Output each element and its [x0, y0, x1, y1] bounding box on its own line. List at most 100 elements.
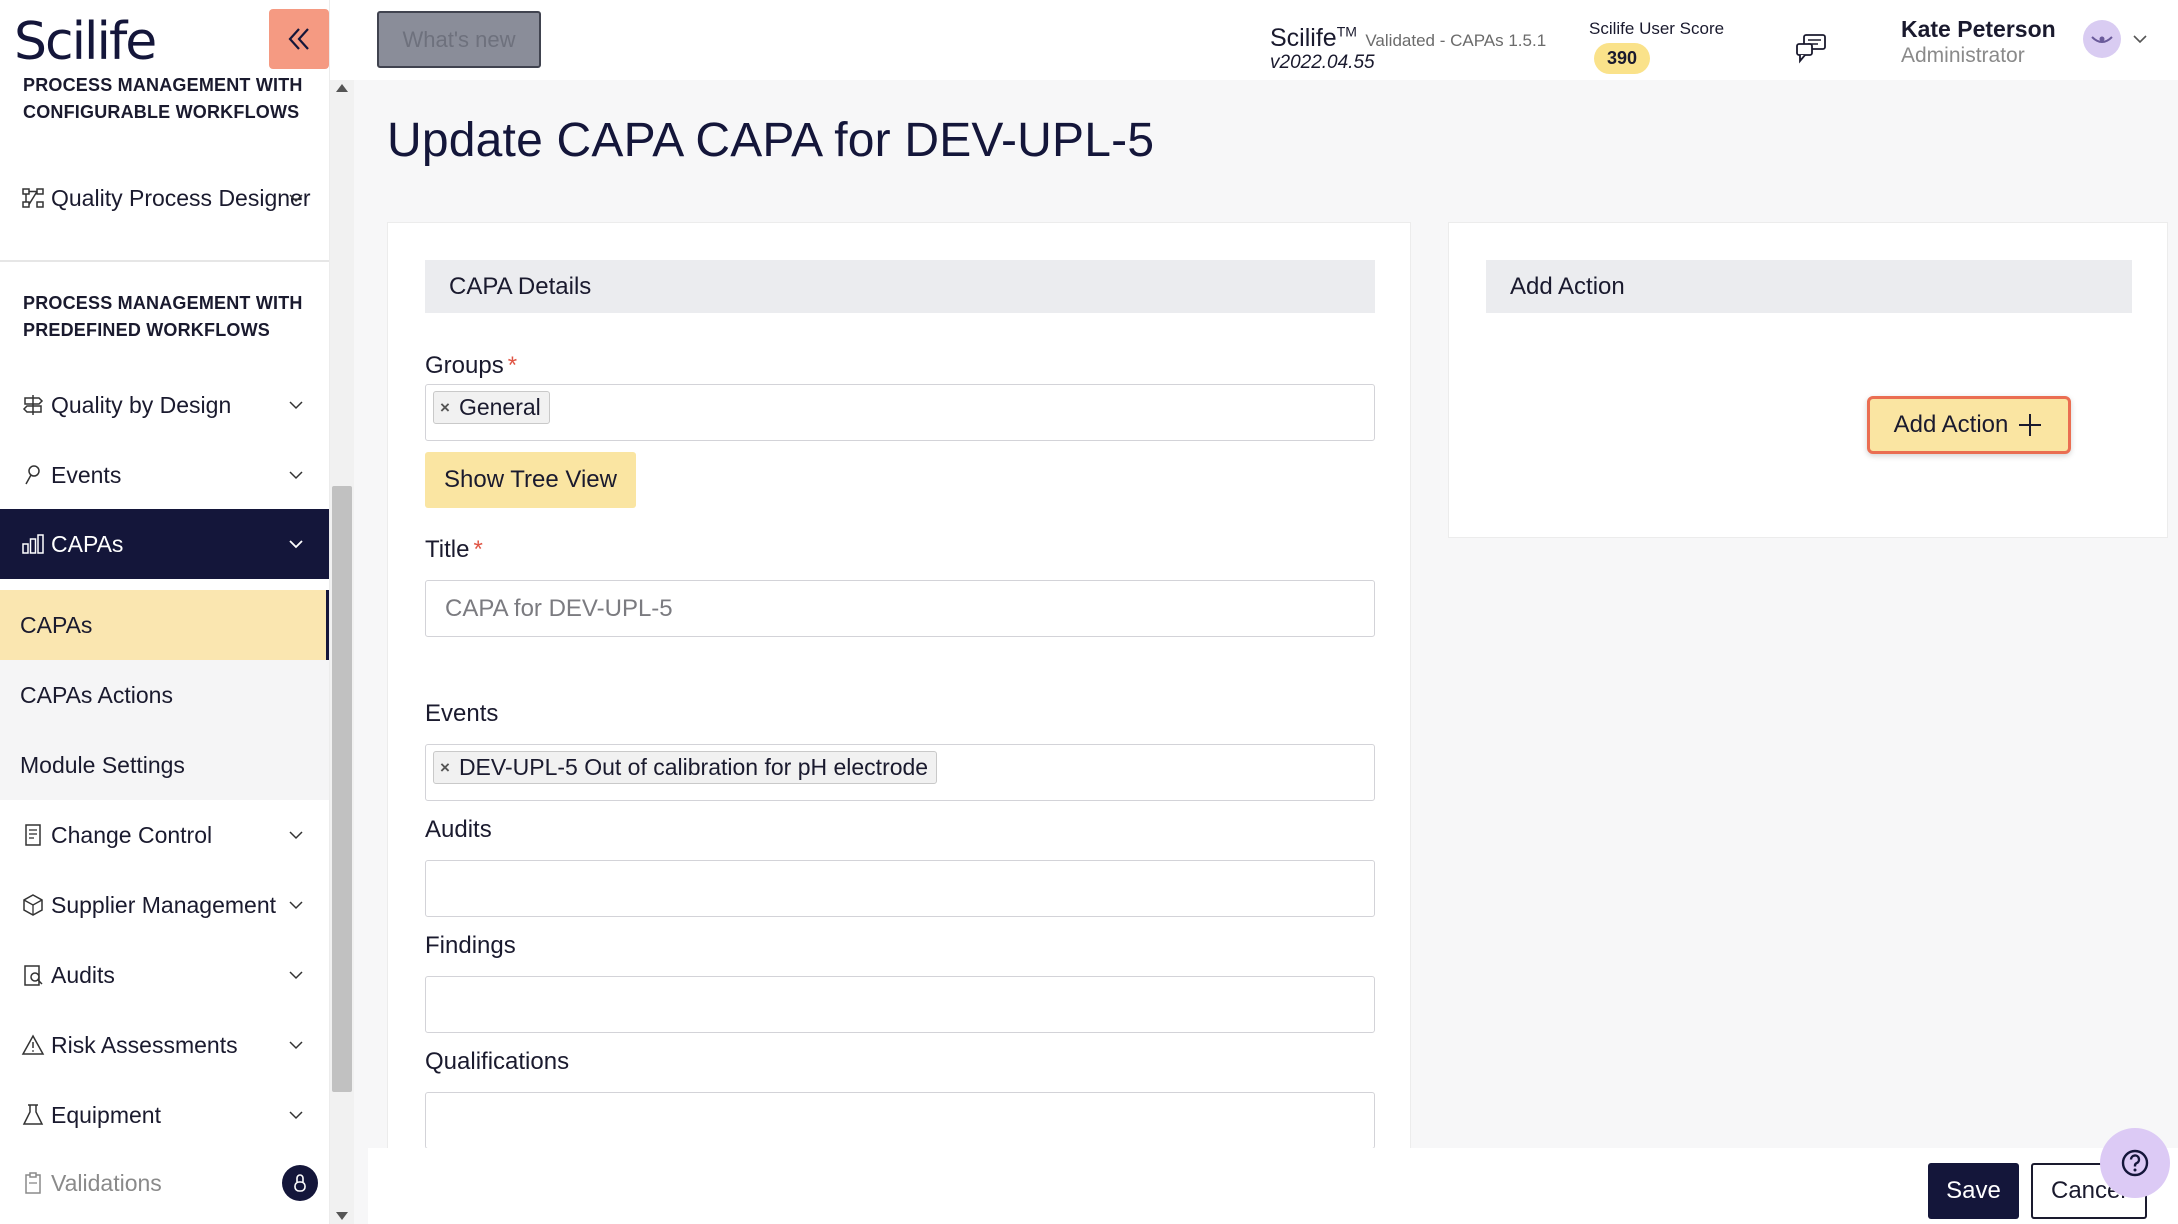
- findings-label: Findings: [425, 932, 516, 959]
- remove-tag-icon[interactable]: ×: [440, 758, 450, 778]
- qualifications-label: Qualifications: [425, 1048, 570, 1075]
- flask-icon: [20, 1102, 46, 1128]
- sidebar-item-change-control[interactable]: Change Control: [0, 800, 329, 870]
- sidebar-subitem-capas-actions[interactable]: CAPAs Actions: [0, 660, 329, 730]
- scroll-icon: [20, 822, 46, 848]
- app-status: Validated - CAPAs 1.5.1: [1365, 31, 1547, 51]
- box-icon: [20, 892, 46, 918]
- chevron-down-icon: [287, 396, 305, 414]
- capa-details-card: CAPA Details Groups * × General Show Tree…: [387, 222, 1411, 1224]
- qualifications-field[interactable]: [425, 1092, 1375, 1149]
- pin-icon: [20, 462, 46, 488]
- findings-field[interactable]: [425, 976, 1375, 1033]
- app-name-text: Scilife: [1270, 24, 1337, 53]
- clipboard-search-icon: [20, 962, 46, 988]
- sidebar-item-events[interactable]: Events: [0, 440, 329, 510]
- section-configurable-workflows: PROCESS MANAGEMENT WITH CONFIGURABLE WOR…: [23, 75, 303, 122]
- save-button[interactable]: Save: [1928, 1163, 2019, 1219]
- tag-label: General: [458, 394, 541, 420]
- sidebar-item-validations[interactable]: Validations: [0, 1148, 329, 1218]
- title-input-value: CAPA for DEV-UPL-5: [445, 595, 673, 622]
- app-name: ScilifeTM: [1270, 24, 1357, 52]
- sidebar-header: Scilife: [0, 0, 329, 80]
- section-predefined-workflows: PROCESS MANAGEMENT WITH PREDEFINED WORKF…: [23, 293, 303, 340]
- add-action-button[interactable]: Add Action: [1867, 396, 2071, 454]
- title-label: Title *: [425, 536, 483, 564]
- sidebar-item-supplier-management[interactable]: Supplier Management: [0, 870, 329, 940]
- chart-icon: [20, 531, 46, 557]
- chevron-down-icon: [287, 966, 305, 984]
- chevron-down-icon: [287, 896, 305, 914]
- help-button[interactable]: [2100, 1128, 2170, 1198]
- sidebar-subitem-label: CAPAs: [20, 611, 93, 638]
- question-mark-icon: [2121, 1149, 2149, 1177]
- events-label: Events: [425, 700, 499, 727]
- sidebar-item-audits[interactable]: Audits: [0, 940, 329, 1010]
- main-content: Update CAPA CAPA for DEV-UPL-5 CAPA Deta…: [354, 80, 2178, 1224]
- plus-icon: [2019, 414, 2042, 436]
- sidebar-item-quality-process-designer[interactable]: Quality Process Designer: [0, 166, 329, 230]
- sidebar-item-capas[interactable]: CAPAs: [0, 509, 329, 579]
- user-name: Kate Peterson: [1901, 16, 2056, 42]
- avatar[interactable]: [2083, 20, 2121, 58]
- app-info: ScilifeTM Validated - CAPAs 1.5.1: [1270, 24, 1546, 53]
- workflow-icon: [20, 185, 46, 211]
- smile-eyes-icon: [2091, 36, 2113, 43]
- chevron-down-icon: [287, 466, 305, 484]
- capa-details-heading: CAPA Details: [425, 260, 1375, 313]
- warning-icon: [20, 1032, 46, 1058]
- chat-icon[interactable]: [1794, 32, 1830, 68]
- title-input[interactable]: CAPA for DEV-UPL-5: [425, 580, 1375, 637]
- app-version: v2022.04.55: [1270, 52, 1375, 73]
- remove-tag-icon[interactable]: ×: [440, 398, 450, 418]
- scroll-up-arrow-icon[interactable]: [336, 84, 348, 92]
- chevron-down-icon: [287, 826, 305, 844]
- top-header: What's new ScilifeTM Validated - CAPAs 1…: [354, 0, 2178, 80]
- trademark: TM: [1336, 24, 1357, 40]
- user-role: Administrator: [1901, 44, 2025, 67]
- page-title: Update CAPA CAPA for DEV-UPL-5: [387, 114, 1155, 167]
- add-action-heading: Add Action: [1486, 260, 2132, 313]
- groups-field[interactable]: × General: [425, 384, 1375, 441]
- sidebar-subitem-capas[interactable]: CAPAs: [0, 590, 329, 660]
- tag-label: DEV-UPL-5 Out of calibration for pH elec…: [458, 754, 929, 780]
- sidebar-subitem-module-settings[interactable]: Module Settings: [0, 730, 329, 800]
- audits-field[interactable]: [425, 860, 1375, 917]
- groups-label: Groups *: [425, 352, 517, 380]
- double-chevron-left-icon: [288, 28, 309, 50]
- user-score-label: Scilife User Score: [1589, 19, 1725, 38]
- chevron-down-icon: [287, 189, 305, 207]
- user-score-badge[interactable]: 390: [1594, 43, 1650, 74]
- title-label-text: Title: [425, 536, 470, 563]
- signpost-icon: [20, 392, 46, 418]
- required-marker: *: [473, 536, 483, 563]
- scroll-down-arrow-icon[interactable]: [336, 1212, 348, 1220]
- form-footer: Save Cancel: [368, 1148, 2178, 1224]
- sidebar-item-equipment[interactable]: Equipment: [0, 1080, 329, 1150]
- add-action-card: Add Action Add Action: [1448, 222, 2168, 538]
- chevron-down-icon: [287, 535, 305, 553]
- scrollbar-thumb[interactable]: [332, 486, 352, 1092]
- whats-new-button[interactable]: What's new: [377, 11, 541, 68]
- lock-icon: [282, 1165, 318, 1201]
- clipboard-check-icon: [20, 1170, 46, 1196]
- add-action-button-label: Add Action: [1893, 411, 2009, 438]
- groups-tag: × General: [433, 391, 550, 424]
- sidebar-subitem-label: Module Settings: [20, 751, 185, 778]
- sidebar-item-risk-assessments[interactable]: Risk Assessments: [0, 1010, 329, 1080]
- chevron-down-icon[interactable]: [2132, 32, 2148, 46]
- events-field[interactable]: × DEV-UPL-5 Out of calibration for pH el…: [425, 744, 1375, 801]
- sidebar-subitem-label: CAPAs Actions: [20, 681, 173, 708]
- required-marker: *: [507, 352, 518, 379]
- scilife-logo[interactable]: Scilife: [14, 12, 157, 72]
- chevron-down-icon: [287, 1106, 305, 1124]
- show-tree-view-button[interactable]: Show Tree View: [425, 452, 636, 508]
- chevron-down-icon: [287, 1036, 305, 1054]
- sidebar-divider: [0, 260, 329, 262]
- groups-label-text: Groups: [425, 352, 504, 379]
- collapse-sidebar-button[interactable]: [269, 9, 329, 69]
- sidebar: Scilife PROCESS MANAGEMENT WITH CONFIGUR…: [0, 0, 330, 1224]
- sidebar-scrollbar[interactable]: [330, 80, 354, 1224]
- events-tag: × DEV-UPL-5 Out of calibration for pH el…: [433, 751, 938, 784]
- sidebar-item-quality-by-design[interactable]: Quality by Design: [0, 370, 329, 440]
